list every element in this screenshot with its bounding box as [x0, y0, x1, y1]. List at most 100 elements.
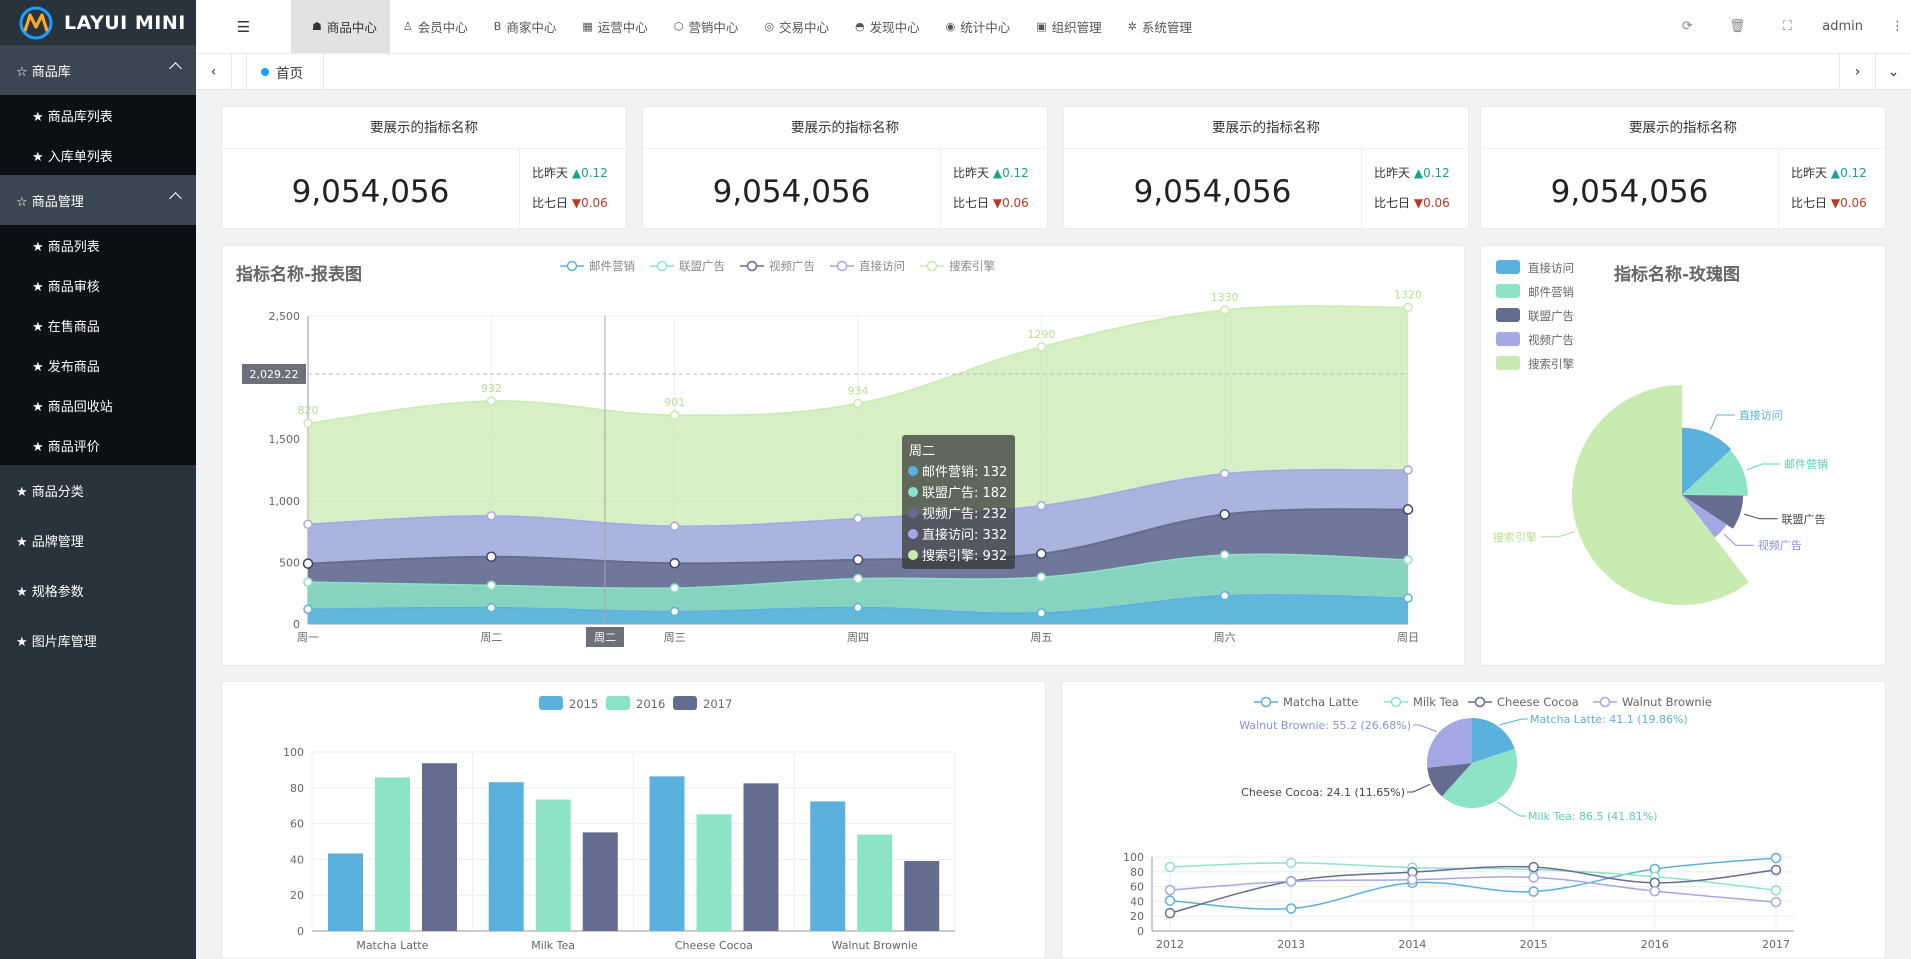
sidebar-item[interactable]: ★ 商品库列表	[0, 95, 196, 135]
sidebar-item[interactable]: ★ 入库单列表	[0, 135, 196, 175]
data-point[interactable]	[669, 558, 680, 569]
sidebar-group-5[interactable]: ★ 图片库管理	[0, 615, 196, 665]
data-point[interactable]	[852, 554, 864, 565]
data-point[interactable]	[1219, 590, 1230, 601]
data-point[interactable]	[486, 580, 497, 591]
tab-options-icon[interactable]: ⌄	[1875, 54, 1911, 90]
share-chart[interactable]: Matcha Latte Milk Tea Cheese Cocoa Walnut B…	[1062, 682, 1887, 959]
legend-item[interactable]: 视频广告	[1496, 332, 1574, 347]
legend-item[interactable]: 直接访问	[1496, 260, 1574, 275]
data-point[interactable]	[486, 396, 497, 406]
bar[interactable]	[488, 782, 524, 931]
data-point[interactable]	[1403, 555, 1413, 565]
legend-item[interactable]: 搜索引擎	[920, 259, 995, 273]
bar[interactable]	[810, 801, 846, 931]
data-point[interactable]	[1285, 876, 1297, 887]
top-nav-item[interactable]: ▣ 组织管理	[1023, 0, 1114, 53]
tab-scroll-left-icon[interactable]: ‹	[196, 54, 232, 90]
bar[interactable]	[857, 834, 893, 931]
legend-item[interactable]: 视频广告	[740, 259, 815, 273]
sidebar-item[interactable]: ★ 商品评价	[0, 425, 196, 465]
legend-item[interactable]: 2015	[539, 696, 598, 711]
top-nav-item[interactable]: ☗ 商品中心	[291, 0, 390, 53]
data-point[interactable]	[302, 558, 314, 569]
data-point[interactable]	[853, 398, 863, 409]
legend-item[interactable]: 联盟广告	[1496, 308, 1574, 323]
bar[interactable]	[696, 814, 732, 931]
bar[interactable]	[582, 832, 618, 931]
data-point[interactable]	[669, 606, 680, 617]
data-point[interactable]	[1528, 861, 1539, 873]
top-nav-item[interactable]: ▦ 运营中心	[569, 0, 660, 53]
bar[interactable]	[535, 799, 571, 931]
data-point[interactable]	[303, 519, 313, 529]
legend-item[interactable]: 联盟广告	[650, 259, 725, 273]
data-point[interactable]	[853, 573, 863, 584]
top-nav-item[interactable]: ♙ 会员中心	[390, 0, 481, 53]
legend-item[interactable]: Cheese Cocoa	[1468, 695, 1579, 709]
sidebar-item[interactable]: ★ 发布商品	[0, 345, 196, 385]
data-point[interactable]	[1219, 509, 1230, 520]
data-point[interactable]	[486, 551, 497, 562]
data-point[interactable]	[1528, 872, 1539, 883]
data-point[interactable]	[486, 602, 497, 613]
bar[interactable]	[375, 777, 410, 931]
clear-cache-icon[interactable]: 🗑	[1712, 19, 1762, 34]
data-point[interactable]	[1164, 895, 1176, 906]
sidebar-group-1[interactable]: ☆ 商品管理	[0, 175, 196, 225]
data-point[interactable]	[1285, 903, 1297, 914]
tab-scroll-right-icon[interactable]: ›	[1839, 54, 1875, 90]
sidebar-group-3[interactable]: ★ 品牌管理	[0, 515, 196, 565]
sidebar-group-0[interactable]: ☆ 商品库	[0, 45, 196, 95]
top-nav-item[interactable]: ◓ 发现中心	[842, 0, 933, 53]
data-point[interactable]	[1770, 852, 1782, 864]
data-point[interactable]	[1770, 884, 1782, 896]
sidebar-item[interactable]: ★ 商品列表	[0, 225, 196, 265]
bar[interactable]	[328, 853, 363, 931]
data-point[interactable]	[1285, 857, 1297, 869]
legend-item[interactable]: 直接访问	[830, 259, 905, 273]
legend-item[interactable]: 搜索引擎	[1496, 356, 1574, 371]
legend-item[interactable]: 2017	[673, 696, 732, 711]
data-point[interactable]	[1528, 886, 1539, 897]
data-point[interactable]	[853, 513, 863, 524]
data-point[interactable]	[1407, 874, 1418, 886]
legend-item[interactable]: Walnut Brownie	[1593, 695, 1712, 709]
sidebar-item[interactable]: ★ 商品审核	[0, 265, 196, 305]
data-point[interactable]	[1036, 548, 1047, 560]
data-point[interactable]	[1164, 907, 1176, 919]
top-nav-item[interactable]: ✲ 系统管理	[1115, 0, 1205, 53]
data-point[interactable]	[669, 583, 680, 593]
data-point[interactable]	[303, 577, 313, 587]
bar[interactable]	[904, 861, 940, 931]
top-nav-item[interactable]: B 商家中心	[481, 0, 570, 53]
data-point[interactable]	[1770, 864, 1782, 876]
sidebar-group-4[interactable]: ★ 规格参数	[0, 565, 196, 615]
legend-item[interactable]: 邮件营销	[1496, 284, 1574, 299]
top-nav-item[interactable]: ⬡ 营销中心	[661, 0, 752, 53]
legend-item[interactable]: 邮件营销	[560, 259, 635, 273]
data-point[interactable]	[1219, 305, 1230, 315]
menu-fold-icon[interactable]: ☰	[196, 0, 291, 53]
top-nav-item[interactable]: ◎ 交易中心	[751, 0, 842, 53]
logo[interactable]: LAYUI MINI	[0, 0, 196, 45]
data-point[interactable]	[1164, 884, 1176, 896]
data-point[interactable]	[853, 602, 863, 613]
bar[interactable]	[422, 763, 457, 931]
bar[interactable]	[649, 776, 685, 931]
data-point[interactable]	[1770, 896, 1782, 908]
rose-chart[interactable]: 直接访问邮件营销联盟广告视频广告搜索引擎直接访问邮件营销联盟广告视频广告搜索引擎	[1481, 246, 1887, 667]
more-icon[interactable]: ⋮	[1891, 19, 1911, 34]
data-point[interactable]	[1164, 861, 1176, 873]
bar[interactable]	[743, 783, 779, 931]
tab-home[interactable]: 首页	[246, 54, 324, 90]
pie-slice[interactable]	[1427, 718, 1472, 768]
user-menu[interactable]: admin	[1812, 19, 1891, 34]
fullscreen-icon[interactable]: ⛶	[1762, 19, 1812, 34]
data-point[interactable]	[1036, 500, 1047, 511]
sidebar-item[interactable]: ★ 在售商品	[0, 305, 196, 345]
data-point[interactable]	[669, 410, 680, 420]
data-point[interactable]	[1219, 550, 1230, 560]
data-point[interactable]	[1219, 468, 1230, 479]
data-point[interactable]	[1036, 342, 1047, 352]
